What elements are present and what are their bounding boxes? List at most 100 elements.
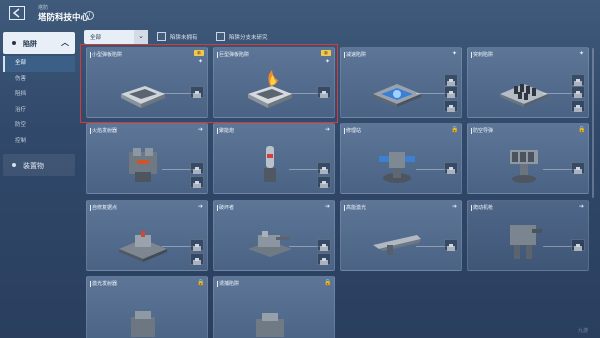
upgrade-slot[interactable] bbox=[571, 86, 585, 98]
arrow-right-icon[interactable]: ➔ bbox=[324, 127, 331, 134]
shield-icon[interactable]: ✦ bbox=[578, 51, 585, 58]
trap-card[interactable]: 减速陷阱 ✦ bbox=[340, 47, 462, 118]
bullet-icon bbox=[12, 163, 16, 167]
checkbox-box[interactable] bbox=[216, 32, 225, 41]
trap-card[interactable]: 防空导弹 🔒 bbox=[467, 123, 589, 194]
card-title: 减速陷阱 bbox=[346, 52, 367, 58]
card-accent-bar bbox=[344, 205, 345, 211]
lock-icon[interactable]: 🔒 bbox=[451, 127, 458, 134]
card-title: 激光发射器 bbox=[92, 281, 118, 287]
trap-card[interactable]: 火焰发射器 ➔ bbox=[86, 123, 208, 194]
trap-card[interactable]: 诱捕陷阱 🔒 bbox=[213, 276, 335, 338]
checkbox-not-researched[interactable]: 陷阱分支未研究 bbox=[216, 32, 286, 42]
trap-card[interactable]: 高能激光 ➔ bbox=[340, 200, 462, 271]
lock-icon[interactable]: 🔒 bbox=[578, 127, 585, 134]
trap-artwork bbox=[242, 142, 298, 188]
card-title: 防空导弹 bbox=[473, 128, 494, 134]
card-title: 高能激光 bbox=[346, 205, 367, 211]
card-accent-bar bbox=[217, 128, 218, 134]
trap-card[interactable]: 聚能炮 ➔ bbox=[213, 123, 335, 194]
trap-artwork bbox=[496, 142, 552, 188]
arrow-right-icon[interactable]: ➔ bbox=[451, 204, 458, 211]
trap-card[interactable]: 突刺陷阱 ✦ bbox=[467, 47, 589, 118]
trap-artwork bbox=[496, 219, 552, 265]
sidebar-item-control[interactable]: 控制 bbox=[3, 134, 75, 150]
checkbox-label: 陷阱分支未研究 bbox=[229, 35, 268, 41]
upgrade-slot[interactable] bbox=[444, 239, 458, 251]
upgrade-slot[interactable] bbox=[317, 162, 331, 174]
lock-icon[interactable]: 🔒 bbox=[197, 280, 204, 287]
card-accent-bar bbox=[90, 281, 91, 287]
upgrade-slot[interactable] bbox=[571, 162, 585, 174]
trap-card[interactable]: 破坏者 ➔ bbox=[213, 200, 335, 271]
sidebar-sub-list: 全部 伤害 阻挡 治疗 防空 控制 bbox=[3, 56, 75, 149]
back-arrow-icon[interactable] bbox=[9, 6, 25, 20]
sidebar-item-antiair[interactable]: 防空 bbox=[3, 118, 75, 134]
arrow-right-icon[interactable]: ➔ bbox=[197, 204, 204, 211]
card-accent-bar bbox=[90, 128, 91, 134]
upgrade-slot[interactable] bbox=[317, 253, 331, 265]
card-accent-bar bbox=[344, 128, 345, 134]
card-accent-bar bbox=[471, 205, 472, 211]
upgrade-slot[interactable] bbox=[444, 162, 458, 174]
card-title: 爬动机枪 bbox=[473, 205, 494, 211]
trap-artwork bbox=[242, 295, 298, 338]
bullet-icon bbox=[12, 41, 16, 45]
chevron-up-icon: ︿ bbox=[61, 38, 69, 47]
sidebar-category-label: 装置物 bbox=[23, 163, 44, 170]
trap-artwork bbox=[369, 219, 425, 265]
card-title: 自修复据点 bbox=[92, 205, 118, 211]
sidebar: 陷阱 ︿ 全部 伤害 阻挡 治疗 防空 控制 装置物 bbox=[0, 32, 78, 338]
checkbox-label: 陷阱未拥有 bbox=[170, 35, 198, 41]
trap-artwork bbox=[115, 142, 171, 188]
checkbox-not-owned[interactable]: 陷阱未拥有 bbox=[157, 32, 217, 42]
highlight-frame bbox=[80, 44, 338, 123]
card-accent-bar bbox=[217, 205, 218, 211]
filter-dropdown[interactable]: 全部 ⌄ bbox=[84, 30, 148, 44]
sidebar-item-heal[interactable]: 治疗 bbox=[3, 103, 75, 119]
sidebar-item-block[interactable]: 阻挡 bbox=[3, 87, 75, 103]
arrow-right-icon[interactable]: ➔ bbox=[324, 204, 331, 211]
arrow-right-icon[interactable]: ➔ bbox=[578, 204, 585, 211]
card-title: 火焰发射器 bbox=[92, 128, 118, 134]
upgrade-slot[interactable] bbox=[444, 74, 458, 86]
card-accent-bar bbox=[90, 205, 91, 211]
trap-artwork bbox=[115, 295, 171, 338]
filter-dropdown-value: 全部 bbox=[90, 35, 102, 41]
sidebar-item-all[interactable]: 全部 bbox=[3, 56, 75, 72]
trap-card[interactable]: 爬动机枪 ➔ bbox=[467, 200, 589, 271]
upgrade-slot[interactable] bbox=[571, 239, 585, 251]
trap-card[interactable]: 激光发射器 🔒 bbox=[86, 276, 208, 338]
trap-artwork bbox=[496, 66, 552, 112]
upgrade-slot[interactable] bbox=[190, 162, 204, 174]
lock-icon[interactable]: 🔒 bbox=[324, 280, 331, 287]
upgrade-slot[interactable] bbox=[571, 100, 585, 112]
upgrade-slot[interactable] bbox=[317, 239, 331, 251]
trap-artwork bbox=[369, 142, 425, 188]
upgrade-slot[interactable] bbox=[444, 86, 458, 98]
sidebar-category-traps[interactable]: 陷阱 ︿ bbox=[3, 32, 75, 54]
card-title: 修理站 bbox=[346, 128, 362, 134]
card-accent-bar bbox=[344, 52, 345, 58]
info-icon[interactable]: i bbox=[85, 11, 94, 20]
trap-artwork bbox=[115, 219, 171, 265]
sidebar-category-devices[interactable]: 装置物 bbox=[3, 154, 75, 176]
upgrade-slot[interactable] bbox=[190, 176, 204, 188]
checkbox-box[interactable] bbox=[157, 32, 166, 41]
upgrade-slot[interactable] bbox=[571, 74, 585, 86]
trap-artwork bbox=[369, 66, 425, 112]
upgrade-slot[interactable] bbox=[190, 239, 204, 251]
upgrade-slot[interactable] bbox=[444, 100, 458, 112]
card-title: 聚能炮 bbox=[219, 128, 235, 134]
breadcrumb: 塔防 bbox=[38, 5, 49, 11]
header: 塔防 塔防科技中心 i bbox=[0, 0, 600, 26]
upgrade-slot[interactable] bbox=[317, 176, 331, 188]
trap-card[interactable]: 修理站 🔒 bbox=[340, 123, 462, 194]
upgrade-slot[interactable] bbox=[190, 253, 204, 265]
shield-icon[interactable]: ✦ bbox=[451, 51, 458, 58]
sidebar-item-damage[interactable]: 伤害 bbox=[3, 72, 75, 88]
sidebar-category-label: 陷阱 bbox=[23, 41, 37, 48]
arrow-right-icon[interactable]: ➔ bbox=[197, 127, 204, 134]
trap-card[interactable]: 自修复据点 ➔ bbox=[86, 200, 208, 271]
scrollbar[interactable] bbox=[592, 48, 594, 198]
